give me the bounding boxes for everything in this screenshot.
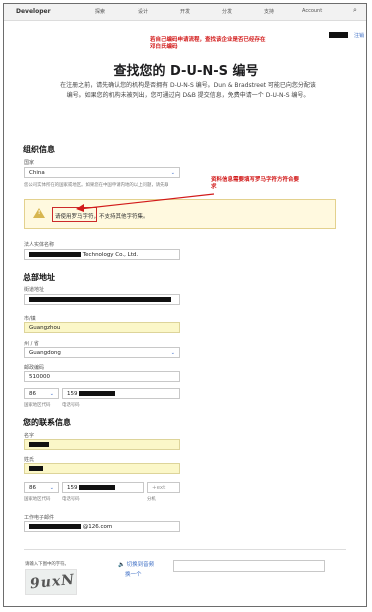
contact-phone-prefix: 159 <box>67 485 78 491</box>
first-name-field[interactable] <box>24 439 180 450</box>
last-name-field[interactable] <box>24 463 180 474</box>
state-value: Guangdong <box>29 350 61 356</box>
street-label: 街道地址 <box>24 287 45 293</box>
extension-placeholder: +ext <box>152 485 166 491</box>
extension-field[interactable]: +ext <box>147 482 180 493</box>
country-label: 国家 <box>24 160 35 166</box>
city-label: 市/镇 <box>24 316 36 322</box>
captcha-audio-label: 切换到音频 <box>126 562 155 568</box>
first-name-label: 名字 <box>24 433 35 439</box>
city-field[interactable]: Guangzhou <box>24 322 180 333</box>
hq-country-code-value: 86 <box>29 391 36 397</box>
redacted-street <box>29 297 171 302</box>
page-title: 查找您的 D-U-N-S 编号 <box>113 64 259 79</box>
legal-name-value: Technology Co., Ltd. <box>82 252 139 258</box>
legal-name-field[interactable]: Technology Co., Ltd. <box>24 249 180 260</box>
middle-red-annotation: 资料信息需要填写罗马字符方符合要求 <box>211 177 300 190</box>
zip-label: 邮政编码 <box>24 365 45 371</box>
country-help-text: 您公司实体所在的国家或地区。如果您在中国申请内地的以上问题，请先联系我们。 <box>24 183 168 188</box>
chevron-down-icon: ⌄ <box>170 350 175 356</box>
sign-out-link[interactable]: 注销 <box>354 32 364 39</box>
contact-country-code-label: 国家地区代码 <box>24 497 51 502</box>
email-field[interactable]: @126.com <box>24 521 180 532</box>
chevron-down-icon: ⌄ <box>170 170 175 176</box>
contact-country-code-value: 86 <box>29 485 36 491</box>
org-section-title: 组织信息 <box>23 145 55 154</box>
captcha-refresh-link[interactable]: 换一个 <box>125 570 142 578</box>
email-label: 工作电子邮件 <box>24 515 55 521</box>
redacted-legal-name <box>29 252 81 257</box>
state-label: 州 / 省 <box>24 341 39 347</box>
redacted-user-name <box>329 32 348 38</box>
captcha-image-text: 9uxN <box>29 571 76 593</box>
annotation-arrow <box>76 193 215 212</box>
last-name-label: 姓氏 <box>24 457 35 463</box>
redacted-last-name <box>29 466 43 471</box>
nav-item-develop[interactable]: 开发 <box>180 8 190 15</box>
legal-name-label: 法人实体名称 <box>24 242 55 248</box>
zip-field[interactable]: 510000 <box>24 371 180 382</box>
speaker-icon: 🔈 <box>118 562 125 568</box>
warning-icon-mark: ! <box>38 210 41 216</box>
contact-section-title: 您的联系信息 <box>23 418 71 427</box>
redacted-hq-phone <box>79 391 116 396</box>
section-divider <box>24 549 346 550</box>
top-red-annotation: 若自己编码申请流程，查找该企业是否已经存在邓白氏编码 <box>150 37 266 50</box>
top-navigation: Developer 探索 设计 开发 分发 支持 Account ⌕ <box>4 4 366 21</box>
screenshot-frame: Developer 探索 设计 开发 分发 支持 Account ⌕ 注销 若自… <box>3 3 367 607</box>
hq-phone-prefix: 159 <box>67 391 78 397</box>
nav-item-distribute[interactable]: 分发 <box>222 8 232 15</box>
contact-country-code-select[interactable]: 86 ⌄ <box>24 482 59 493</box>
hq-section-title: 总部地址 <box>23 273 55 282</box>
search-icon[interactable]: ⌕ <box>353 6 357 15</box>
redacted-first-name <box>29 442 49 447</box>
page-intro: 在注册之前，请先确认您的机构是否拥有 D-U-N-S 编号。Dun & Brad… <box>60 82 316 99</box>
captcha-image: 9uxN <box>25 569 77 595</box>
extension-label: 分机 <box>147 497 156 502</box>
email-suffix: @126.com <box>82 524 113 530</box>
chevron-down-icon: ⌄ <box>49 391 54 397</box>
street-field[interactable] <box>24 294 180 305</box>
captcha-label: 请输入下图中的字符。 <box>25 562 69 567</box>
captcha-audio-link[interactable]: 🔈 切换到音频 <box>118 560 154 568</box>
nav-item-explore[interactable]: 探索 <box>95 8 105 15</box>
redacted-contact-phone <box>79 485 116 490</box>
nav-item-account[interactable]: Account <box>302 8 322 14</box>
state-select[interactable]: Guangdong ⌄ <box>24 347 180 358</box>
contact-phone-label: 电话号码 <box>62 497 80 502</box>
hq-country-code-label: 国家地区代码 <box>24 403 51 408</box>
hq-phone-label: 电话号码 <box>62 403 80 408</box>
captcha-input[interactable] <box>173 560 325 572</box>
contact-phone-field[interactable]: 159 <box>62 482 144 493</box>
redacted-email <box>29 524 81 529</box>
country-value: China <box>29 170 45 176</box>
hq-country-code-select[interactable]: 86 ⌄ <box>24 388 59 399</box>
nav-item-support[interactable]: 支持 <box>264 8 274 15</box>
developer-logo[interactable]: Developer <box>16 8 51 15</box>
hq-phone-field[interactable]: 159 <box>62 388 180 399</box>
nav-item-design[interactable]: 设计 <box>138 8 148 15</box>
chevron-down-icon: ⌄ <box>49 485 54 491</box>
country-select[interactable]: China ⌄ <box>24 167 180 178</box>
